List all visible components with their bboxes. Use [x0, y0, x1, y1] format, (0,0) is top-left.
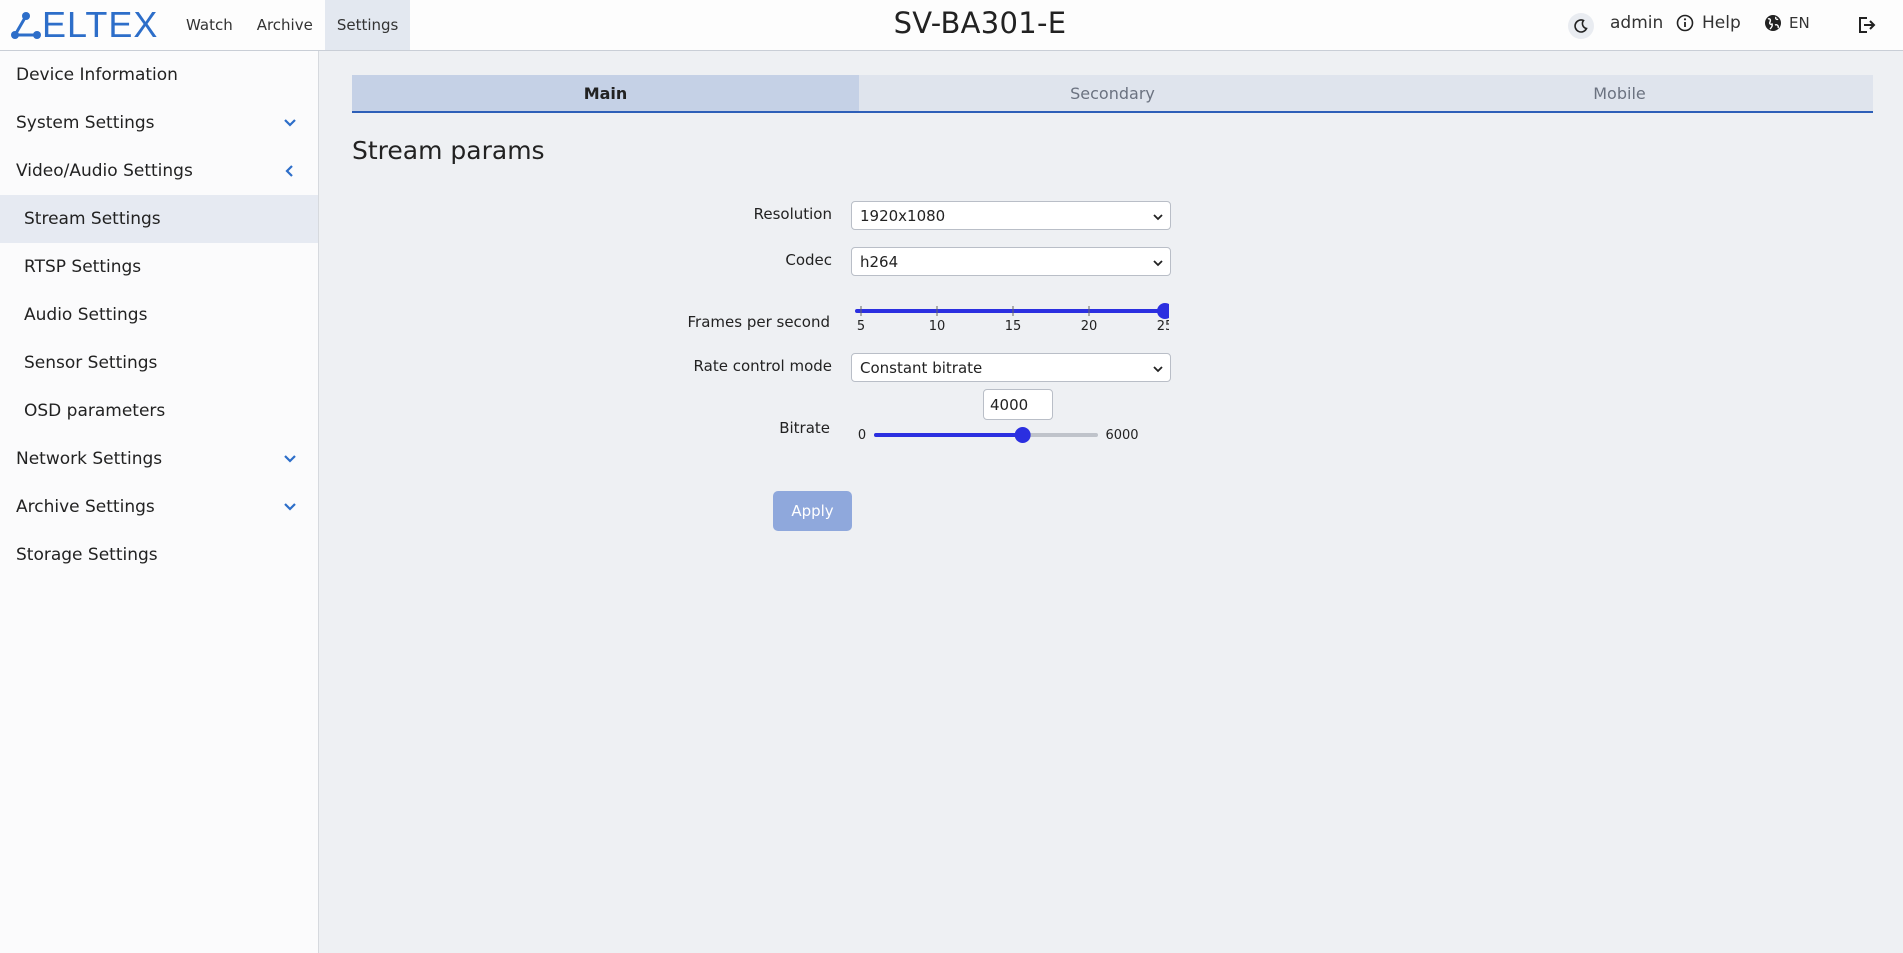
sidebar-item-osd-parameters[interactable]: OSD parameters	[0, 387, 318, 435]
fps-tick-label: 10	[929, 319, 946, 334]
chevron-down-icon	[1153, 260, 1163, 267]
rate-control-select[interactable]: Constant bitrate	[851, 353, 1171, 382]
fps-tick-label: 20	[1081, 319, 1098, 334]
sidebar-item-label: Network Settings	[16, 449, 163, 469]
help-link[interactable]: Help	[1676, 13, 1741, 33]
chevron-down-icon	[284, 455, 296, 463]
chevron-down-icon	[284, 503, 296, 511]
sidebar-item-device-information[interactable]: Device Information	[0, 51, 318, 99]
sidebar-item-system-settings[interactable]: System Settings	[0, 99, 318, 147]
sidebar-item-label: RTSP Settings	[24, 257, 142, 277]
fps-label: Frames per second	[687, 313, 831, 331]
help-label: Help	[1702, 13, 1741, 33]
fps-tick-label: 5	[857, 319, 865, 334]
sidebar-item-audio-settings[interactable]: Audio Settings	[0, 291, 318, 339]
fps-slider[interactable]: 5 10 15 20 25	[853, 301, 1169, 341]
resolution-value: 1920x1080	[860, 206, 946, 225]
bitrate-min-label: 0	[858, 428, 866, 443]
fps-slider-handle[interactable]	[1157, 303, 1169, 319]
chevron-down-icon	[1153, 366, 1163, 373]
bitrate-label: Bitrate	[779, 419, 830, 437]
nav-watch[interactable]: Watch	[174, 0, 245, 50]
logo-text: ELTEX	[42, 4, 159, 45]
sidebar-item-archive-settings[interactable]: Archive Settings	[0, 483, 318, 531]
user-name[interactable]: admin	[1610, 13, 1663, 33]
sidebar-item-label: Video/Audio Settings	[16, 161, 193, 181]
nav-settings[interactable]: Settings	[324, 0, 411, 50]
bitrate-max-label: 6000	[1105, 428, 1138, 443]
eltex-logo[interactable]: ELTEX	[8, 7, 158, 43]
resolution-label: Resolution	[753, 205, 832, 223]
main-content: Main Secondary Mobile Stream params Reso…	[320, 51, 1903, 953]
fps-tick-label: 15	[1005, 319, 1022, 334]
sidebar-item-label: OSD parameters	[24, 401, 166, 421]
sidebar-item-sensor-settings[interactable]: Sensor Settings	[0, 339, 318, 387]
sidebar-item-label: Audio Settings	[24, 305, 148, 325]
chevron-left-icon	[285, 165, 293, 177]
sidebar-item-label: Archive Settings	[16, 497, 155, 517]
logout-icon	[1859, 17, 1876, 33]
sidebar-item-label: System Settings	[16, 113, 155, 133]
sidebar-item-network-settings[interactable]: Network Settings	[0, 435, 318, 483]
sidebar-item-label: Device Information	[16, 65, 178, 85]
rate-control-value: Constant bitrate	[860, 358, 983, 377]
stream-tabs: Main Secondary Mobile	[352, 75, 1873, 113]
language-label: EN	[1789, 14, 1810, 32]
tab-main[interactable]: Main	[352, 75, 859, 111]
main-nav: Watch Archive Settings	[174, 0, 411, 50]
codec-label: Codec	[785, 251, 832, 269]
fps-tick-label: 25	[1157, 319, 1169, 334]
chevron-down-icon	[284, 119, 296, 127]
top-bar: ELTEX Watch Archive Settings SV-BA301-E …	[0, 0, 1903, 51]
resolution-select[interactable]: 1920x1080	[851, 201, 1171, 230]
info-icon	[1676, 14, 1694, 32]
sidebar-item-label: Stream Settings	[24, 209, 161, 229]
sidebar: Device Information System Settings Video…	[0, 51, 319, 953]
bitrate-input[interactable]: 4000	[983, 389, 1053, 420]
sidebar-item-label: Storage Settings	[16, 545, 158, 565]
eltex-logo-icon	[11, 12, 41, 39]
rate-control-label: Rate control mode	[693, 357, 832, 375]
sidebar-item-label: Sensor Settings	[24, 353, 158, 373]
moon-icon	[1574, 19, 1588, 33]
sidebar-item-stream-settings[interactable]: Stream Settings	[0, 195, 318, 243]
chevron-down-icon	[1153, 214, 1163, 221]
codec-value: h264	[860, 252, 899, 271]
nav-archive[interactable]: Archive	[245, 0, 325, 50]
bitrate-slider-handle[interactable]	[1014, 427, 1031, 443]
sidebar-item-rtsp-settings[interactable]: RTSP Settings	[0, 243, 318, 291]
codec-select[interactable]: h264	[851, 247, 1171, 276]
globe-icon	[1765, 15, 1781, 31]
apply-button[interactable]: Apply	[773, 491, 852, 531]
theme-toggle[interactable]	[1568, 13, 1594, 39]
language-switch[interactable]: EN	[1764, 14, 1810, 32]
sidebar-item-video-audio-settings[interactable]: Video/Audio Settings	[0, 147, 318, 195]
tab-mobile[interactable]: Mobile	[1366, 75, 1873, 111]
sidebar-item-storage-settings[interactable]: Storage Settings	[0, 531, 318, 579]
tab-secondary[interactable]: Secondary	[859, 75, 1366, 111]
logout-button[interactable]	[1853, 12, 1879, 38]
section-title: Stream params	[352, 136, 545, 165]
bitrate-slider[interactable]: 0 6000	[856, 421, 1172, 461]
